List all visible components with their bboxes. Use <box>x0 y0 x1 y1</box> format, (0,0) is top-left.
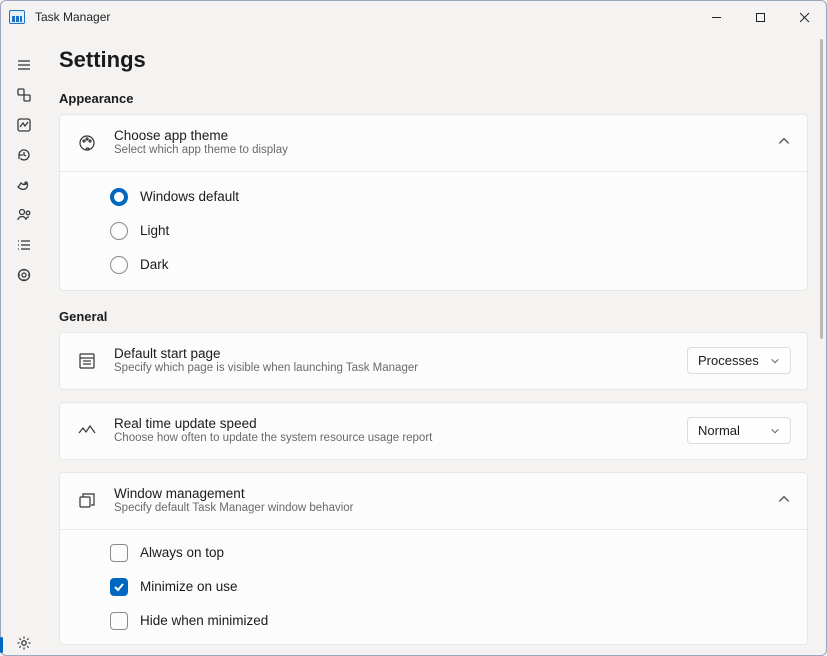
minimize-on-use-option[interactable]: Minimize on use <box>60 570 807 604</box>
services-icon[interactable] <box>14 265 34 285</box>
chevron-up-icon <box>777 492 791 509</box>
window-title: Window management <box>114 486 761 501</box>
settings-icon[interactable] <box>14 635 34 655</box>
page-title: Settings <box>59 47 808 73</box>
hide-when-minimized-option[interactable]: Hide when minimized <box>60 604 807 638</box>
minimize-button[interactable] <box>694 1 738 33</box>
startpage-title: Default start page <box>114 346 671 361</box>
theme-option-dark[interactable]: Dark <box>60 248 807 282</box>
titlebar: Task Manager <box>1 1 826 33</box>
chevron-down-icon <box>770 426 780 436</box>
scrollbar[interactable] <box>820 39 823 339</box>
window-card: Window management Specify default Task M… <box>59 472 808 645</box>
chevron-down-icon <box>770 356 780 366</box>
window-desc: Specify default Task Manager window beha… <box>114 501 761 516</box>
theme-card: Choose app theme Select which app theme … <box>59 114 808 291</box>
theme-header[interactable]: Choose app theme Select which app theme … <box>60 115 807 171</box>
hamburger-icon[interactable] <box>14 55 34 75</box>
sidebar <box>1 33 47 655</box>
theme-desc: Select which app theme to display <box>114 143 761 158</box>
startpage-combo[interactable]: Processes <box>687 347 791 374</box>
page-icon <box>76 350 98 372</box>
maximize-button[interactable] <box>738 1 782 33</box>
checkbox-icon <box>110 612 128 630</box>
startup-icon[interactable] <box>14 175 34 195</box>
updatespeed-combo[interactable]: Normal <box>687 417 791 444</box>
updatespeed-title: Real time update speed <box>114 416 671 431</box>
checkbox-icon <box>110 544 128 562</box>
general-label: General <box>59 309 808 324</box>
appearance-label: Appearance <box>59 91 808 106</box>
theme-option-light[interactable]: Light <box>60 214 807 248</box>
radio-icon <box>110 188 128 206</box>
theme-option-default[interactable]: Windows default <box>60 180 807 214</box>
updatespeed-desc: Choose how often to update the system re… <box>114 431 671 446</box>
radio-icon <box>110 256 128 274</box>
chevron-up-icon <box>777 134 791 151</box>
details-icon[interactable] <box>14 235 34 255</box>
close-button[interactable] <box>782 1 826 33</box>
users-icon[interactable] <box>14 205 34 225</box>
checkbox-icon <box>110 578 128 596</box>
startpage-card: Default start page Specify which page is… <box>59 332 808 390</box>
radio-icon <box>110 222 128 240</box>
startpage-desc: Specify which page is visible when launc… <box>114 361 671 376</box>
app-icon <box>9 10 25 24</box>
palette-icon <box>76 132 98 154</box>
always-on-top-option[interactable]: Always on top <box>60 536 807 570</box>
window-icon <box>76 490 98 512</box>
updatespeed-card: Real time update speed Choose how often … <box>59 402 808 460</box>
app-title: Task Manager <box>35 10 110 24</box>
history-icon[interactable] <box>14 145 34 165</box>
window-header[interactable]: Window management Specify default Task M… <box>60 473 807 529</box>
theme-title: Choose app theme <box>114 128 761 143</box>
speed-icon <box>76 420 98 442</box>
processes-icon[interactable] <box>14 85 34 105</box>
performance-icon[interactable] <box>14 115 34 135</box>
main-content: Settings Appearance Choose app theme Sel… <box>47 33 826 655</box>
